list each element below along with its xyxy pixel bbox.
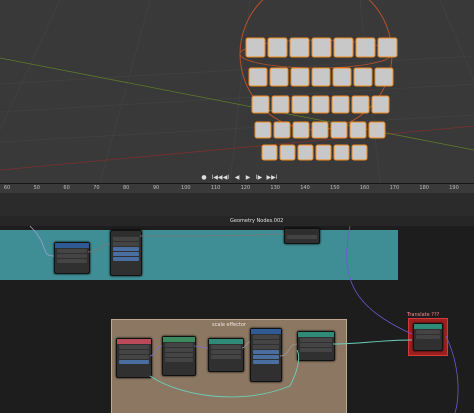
timeline-tick: 180 [419, 185, 429, 191]
cube-instance[interactable] [377, 37, 398, 58]
cube-instance[interactable] [279, 144, 296, 161]
timeline-tick: 60 [3, 185, 11, 191]
timeline-tick: 140 [300, 185, 310, 191]
keyframe-button[interactable]: ● [201, 174, 208, 181]
cube-instance[interactable] [331, 95, 350, 114]
jump-start-button[interactable]: I◀◀ [212, 174, 223, 181]
cube-instance[interactable] [311, 95, 330, 114]
timeline-tick: 150 [330, 185, 340, 191]
play-button[interactable]: ▶ [245, 174, 252, 181]
timeline-tick: 80 [123, 185, 130, 191]
cube-instance[interactable] [248, 67, 268, 87]
cube-instance[interactable] [351, 95, 370, 114]
timeline-tick: 50 [33, 185, 40, 191]
cube-instance[interactable] [368, 121, 386, 139]
timeline-tick: 90 [152, 185, 160, 191]
node-links [29, 225, 459, 413]
cube-grid [245, 37, 398, 161]
cube-instance[interactable] [311, 67, 331, 87]
cube-instance[interactable] [254, 121, 272, 139]
node-editor[interactable]: Geometry Nodes.002 scale effector Transl [0, 216, 474, 413]
cube-instance[interactable] [271, 95, 290, 114]
cube-instance[interactable] [269, 67, 289, 87]
cube-instance[interactable] [245, 37, 266, 58]
cube-instance[interactable] [261, 144, 278, 161]
prev-keyframe-button[interactable]: ◀I [223, 174, 230, 181]
cube-instance[interactable] [349, 121, 367, 139]
cube-instance[interactable] [291, 95, 310, 114]
play-reverse-button[interactable]: ◀ [234, 174, 241, 181]
cube-instance[interactable] [297, 144, 314, 161]
timeline-tick: 100 [181, 185, 191, 191]
cube-instance[interactable] [251, 95, 270, 114]
cube-instance[interactable] [292, 121, 310, 139]
cube-instance[interactable] [311, 121, 329, 139]
timeline-tick: 170 [389, 185, 400, 191]
timeline[interactable]: 60 50 60 70 80 90 100 110 120 130 140 150 160 170 180 1… [0, 183, 474, 216]
next-keyframe-button[interactable]: I▶ [256, 174, 263, 181]
timeline-tick: 60 [63, 185, 70, 191]
cube-instance[interactable] [333, 144, 350, 161]
timeline-tick: 130 [270, 185, 280, 191]
jump-end-button[interactable]: ▶▶I [267, 174, 278, 181]
cube-instance[interactable] [330, 121, 348, 139]
cube-instance[interactable] [290, 67, 310, 87]
playback-controls: ● I◀◀ ◀I ◀ ▶ I▶ ▶▶I [0, 171, 474, 183]
timeline-tick: 190 [449, 185, 459, 191]
cube-instance[interactable] [315, 144, 332, 161]
timeline-tick: 70 [93, 185, 100, 191]
cube-instance[interactable] [311, 37, 332, 58]
x-axis-line [0, 125, 474, 171]
timeline-tick: 120 [240, 185, 251, 191]
timeline-tick: 160 [359, 185, 370, 191]
cube-instance[interactable] [351, 144, 368, 161]
viewport-scene [0, 0, 474, 183]
cube-instance[interactable] [332, 67, 352, 87]
cube-instance[interactable] [333, 37, 354, 58]
cube-instance[interactable] [371, 95, 390, 114]
cube-instance[interactable] [267, 37, 288, 58]
cube-instance[interactable] [353, 67, 373, 87]
cube-instance[interactable] [374, 67, 394, 87]
cube-instance[interactable] [289, 37, 310, 58]
3d-viewport[interactable] [0, 0, 474, 183]
cube-instance[interactable] [273, 121, 291, 139]
timeline-tick: 110 [210, 185, 221, 191]
timeline-ruler[interactable]: 60 50 60 70 80 90 100 110 120 130 140 150 160 170 180 1… [0, 184, 474, 193]
y-axis-line [0, 57, 474, 151]
cube-instance[interactable] [355, 37, 376, 58]
